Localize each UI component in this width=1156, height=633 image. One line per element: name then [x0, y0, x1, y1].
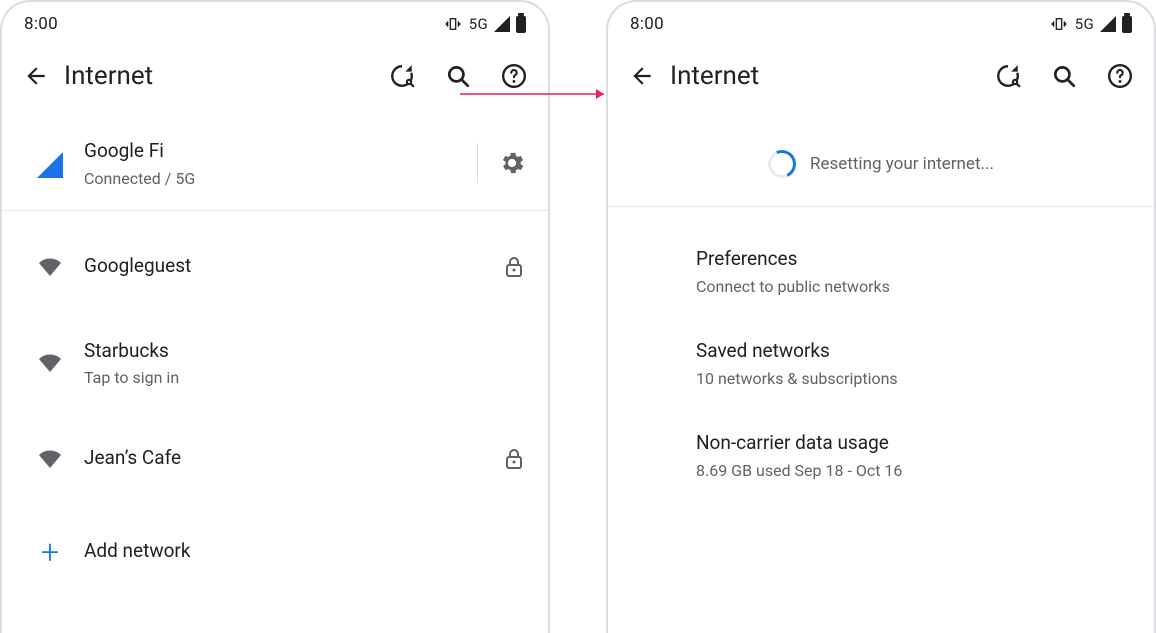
signal-icon: [494, 16, 510, 32]
help-button[interactable]: [496, 58, 532, 94]
status-time: 8:00: [24, 14, 58, 34]
wifi-name: Jean’s Cafe: [84, 445, 502, 472]
reset-connectivity-button[interactable]: [384, 58, 420, 94]
battery-icon: [1122, 16, 1132, 33]
status-time: 8:00: [630, 14, 664, 34]
lock-icon: [502, 447, 526, 471]
carrier-settings-button[interactable]: [498, 149, 526, 177]
vibrate-icon: [1049, 16, 1069, 32]
status-icons: 5G: [443, 15, 526, 33]
add-network-button[interactable]: + Add network: [2, 507, 548, 597]
lock-icon: [502, 255, 526, 279]
wifi-row[interactable]: Googleguest: [2, 219, 548, 315]
app-bar: Internet: [2, 44, 548, 124]
status-network-label: 5G: [469, 15, 488, 33]
resetting-banner: Resetting your internet...: [608, 124, 1154, 207]
setting-sub: 8.69 GB used Sep 18 - Oct 16: [696, 461, 1132, 480]
reset-connectivity-button[interactable]: [990, 58, 1026, 94]
signal-icon: [1100, 16, 1116, 32]
setting-sub: 10 networks & subscriptions: [696, 369, 1132, 388]
battery-icon: [516, 16, 526, 33]
wifi-row[interactable]: Jean’s Cafe: [2, 411, 548, 507]
search-button[interactable]: [440, 58, 476, 94]
carrier-name: Google Fi: [84, 138, 477, 165]
wifi-status: Tap to sign in: [84, 368, 526, 387]
help-button[interactable]: [1102, 58, 1138, 94]
divider: [477, 143, 478, 183]
status-icons: 5G: [1049, 15, 1132, 33]
settings-row-preferences[interactable]: Preferences Connect to public networks: [608, 225, 1154, 317]
resetting-message: Resetting your internet...: [810, 154, 994, 174]
phone-after: 8:00 5G Internet: [606, 0, 1156, 633]
wifi-icon: [24, 447, 76, 471]
vibrate-icon: [443, 16, 463, 32]
settings-row-data-usage[interactable]: Non-carrier data usage 8.69 GB used Sep …: [608, 409, 1154, 501]
carrier-row[interactable]: Google Fi Connected / 5G: [2, 124, 548, 202]
add-network-label: Add network: [84, 538, 526, 565]
setting-title: Non-carrier data usage: [696, 430, 1132, 457]
divider: [2, 210, 548, 211]
setting-title: Preferences: [696, 246, 1132, 273]
plus-icon: +: [41, 536, 59, 568]
status-bar: 8:00 5G: [2, 2, 548, 44]
status-bar: 8:00 5G: [608, 2, 1154, 44]
search-button[interactable]: [1046, 58, 1082, 94]
back-button[interactable]: [12, 52, 60, 100]
wifi-icon: [24, 351, 76, 375]
setting-sub: Connect to public networks: [696, 277, 1132, 296]
setting-title: Saved networks: [696, 338, 1132, 365]
settings-row-saved-networks[interactable]: Saved networks 10 networks & subscriptio…: [608, 317, 1154, 409]
back-button[interactable]: [618, 52, 666, 100]
spinner-icon: [764, 146, 800, 182]
page-title: Internet: [64, 61, 378, 91]
cellular-signal-icon: [37, 152, 63, 178]
wifi-row[interactable]: Starbucks Tap to sign in: [2, 315, 548, 411]
app-bar: Internet: [608, 44, 1154, 124]
status-network-label: 5G: [1075, 15, 1094, 33]
phone-before: 8:00 5G Internet: [0, 0, 550, 633]
wifi-name: Googleguest: [84, 253, 502, 280]
page-title: Internet: [670, 61, 984, 91]
wifi-icon: [24, 255, 76, 279]
carrier-status: Connected / 5G: [84, 169, 477, 188]
wifi-name: Starbucks: [84, 338, 526, 365]
